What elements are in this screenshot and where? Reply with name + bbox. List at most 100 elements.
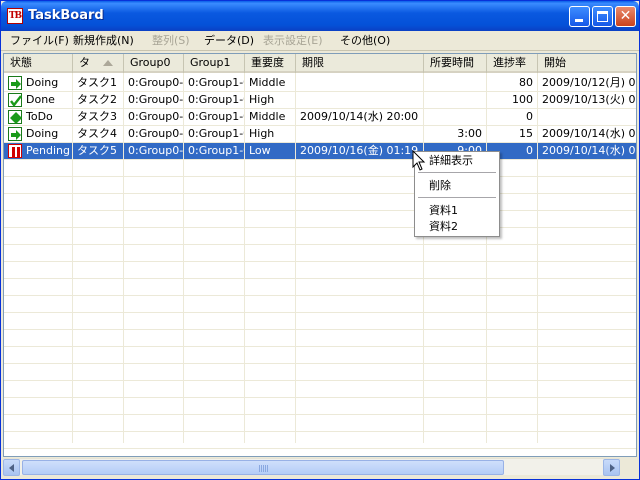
duration-cell — [424, 92, 487, 108]
deadline-cell: 2009/10/14(水) 20:00 — [296, 109, 424, 125]
table-row[interactable]: Doing タスク4 0:Group0-0 0:Group1-0 High 3:00 15 2… — [4, 126, 636, 143]
scroll-left-button[interactable] — [3, 459, 20, 476]
column-header-task[interactable]: タ — [73, 54, 124, 73]
column-header-importance[interactable]: 重要度 — [245, 54, 296, 73]
context-separator — [418, 172, 496, 173]
empty-row — [4, 296, 636, 313]
arrow-left-icon — [9, 464, 14, 472]
close-icon: ✕ — [619, 8, 632, 24]
title-bar[interactable]: TB TaskBoard ✕ — [1, 1, 639, 31]
column-divider — [486, 73, 487, 443]
deadline-cell — [296, 92, 424, 108]
arrow-right-icon — [8, 127, 22, 141]
task-cell: タスク1 — [73, 75, 124, 91]
resize-grip[interactable] — [621, 458, 638, 475]
group0-cell: 0:Group0-0 — [124, 92, 184, 108]
maximize-icon — [597, 11, 608, 22]
status-label: Done — [26, 93, 55, 106]
column-header-duration[interactable]: 所要時間 — [424, 54, 487, 73]
empty-row — [4, 262, 636, 279]
app-icon[interactable]: TB — [7, 8, 23, 24]
deadline-cell: 2009/10/16(金) 01:19 — [296, 143, 424, 159]
duration-cell — [424, 75, 487, 91]
start-cell: 2009/10/13(火) 01: — [538, 92, 636, 108]
status-cell: Doing — [4, 126, 73, 142]
arrow-right-icon — [8, 76, 22, 90]
column-header-status[interactable]: 状態 — [4, 54, 73, 73]
start-cell: 2009/10/14(水) 01: — [538, 126, 636, 142]
check-icon — [8, 93, 22, 107]
task-cell: タスク2 — [73, 92, 124, 108]
table-row[interactable]: Pending タスク5 0:Group0-0 0:Group1-0 Low 2009/1… — [4, 143, 636, 160]
context-item-material2[interactable]: 資料2 — [429, 220, 458, 234]
empty-row — [4, 398, 636, 415]
duration-cell: 3:00 — [424, 126, 487, 142]
group1-cell: 0:Group1-0 — [184, 143, 245, 159]
column-divider — [244, 73, 245, 443]
close-button[interactable]: ✕ — [615, 6, 636, 27]
context-item-detail[interactable]: 詳細表示 — [429, 154, 473, 168]
status-cell: Done — [4, 92, 73, 108]
column-header-group1[interactable]: Group1 — [184, 54, 245, 73]
status-cell: Doing — [4, 75, 73, 91]
mouse-cursor-icon — [412, 150, 426, 171]
context-separator — [418, 197, 496, 198]
menu-data[interactable]: データ(D) — [204, 33, 254, 49]
empty-row — [4, 279, 636, 296]
scroll-right-button[interactable] — [603, 459, 620, 476]
task-list[interactable]: 状態 タ Group0 Group1 重要度 期限 所要時間 進捗率 開始 Do… — [3, 53, 637, 457]
group1-cell: 0:Group1-0 — [184, 126, 245, 142]
column-header-deadline[interactable]: 期限 — [296, 54, 424, 73]
status-label: Doing — [26, 127, 59, 140]
menu-file[interactable]: ファイル(F) — [10, 33, 69, 49]
empty-row — [4, 364, 636, 381]
grip-icon — [259, 465, 269, 472]
empty-row — [4, 211, 636, 228]
column-header-task-label: タ — [79, 56, 90, 69]
app-window: TB TaskBoard ✕ ファイル(F) 新規作成(N) 整列(S) データ… — [0, 0, 640, 480]
diamond-icon — [8, 110, 22, 124]
maximize-button[interactable] — [592, 6, 613, 27]
duration-cell — [424, 109, 487, 125]
menu-other[interactable]: その他(O) — [340, 33, 390, 49]
minimize-button[interactable] — [569, 6, 590, 27]
task-cell: タスク3 — [73, 109, 124, 125]
scroll-thumb[interactable] — [22, 460, 504, 475]
menu-bar: ファイル(F) 新規作成(N) 整列(S) データ(D) 表示設定(E) その他… — [1, 31, 639, 51]
group1-cell: 0:Group1-0 — [184, 75, 245, 91]
column-header-group0[interactable]: Group0 — [124, 54, 184, 73]
context-item-material1[interactable]: 資料1 — [429, 204, 458, 218]
importance-cell: Low — [245, 143, 296, 159]
importance-cell: Middle — [245, 109, 296, 125]
start-cell: 2009/10/14(水) 01: — [538, 143, 636, 159]
column-divider — [72, 73, 73, 443]
minimize-icon — [575, 19, 583, 22]
start-cell: 2009/10/12(月) 01: — [538, 75, 636, 91]
table-row[interactable]: ToDo タスク3 0:Group0-0 0:Group1-0 Middle 2009/1… — [4, 109, 636, 126]
table-row[interactable]: Doing タスク1 0:Group0-0 0:Group1-0 Middle 80 200… — [4, 75, 636, 92]
task-cell: タスク4 — [73, 126, 124, 142]
status-label: Doing — [26, 76, 59, 89]
context-item-delete[interactable]: 削除 — [429, 179, 451, 193]
sort-ascending-icon — [103, 60, 113, 66]
status-label: ToDo — [26, 110, 53, 123]
empty-row — [4, 432, 636, 449]
empty-row — [4, 330, 636, 347]
column-divider — [183, 73, 184, 443]
column-header-start[interactable]: 開始 — [538, 54, 636, 73]
status-label: Pending — [26, 144, 70, 157]
deadline-cell — [296, 75, 424, 91]
group0-cell: 0:Group0-0 — [124, 126, 184, 142]
arrow-right-icon — [610, 464, 615, 472]
start-cell — [538, 109, 636, 125]
menu-display-settings: 表示設定(E) — [263, 34, 323, 47]
empty-row — [4, 160, 636, 177]
group1-cell: 0:Group1-0 — [184, 92, 245, 108]
column-header-progress[interactable]: 進捗率 — [487, 54, 538, 73]
empty-row — [4, 381, 636, 398]
table-row[interactable]: Done タスク2 0:Group0-0 0:Group1-0 High 100 2009/… — [4, 92, 636, 109]
column-divider — [123, 73, 124, 443]
horizontal-scrollbar[interactable] — [3, 458, 620, 476]
menu-new[interactable]: 新規作成(N) — [73, 33, 134, 49]
progress-cell: 80 — [487, 75, 538, 91]
